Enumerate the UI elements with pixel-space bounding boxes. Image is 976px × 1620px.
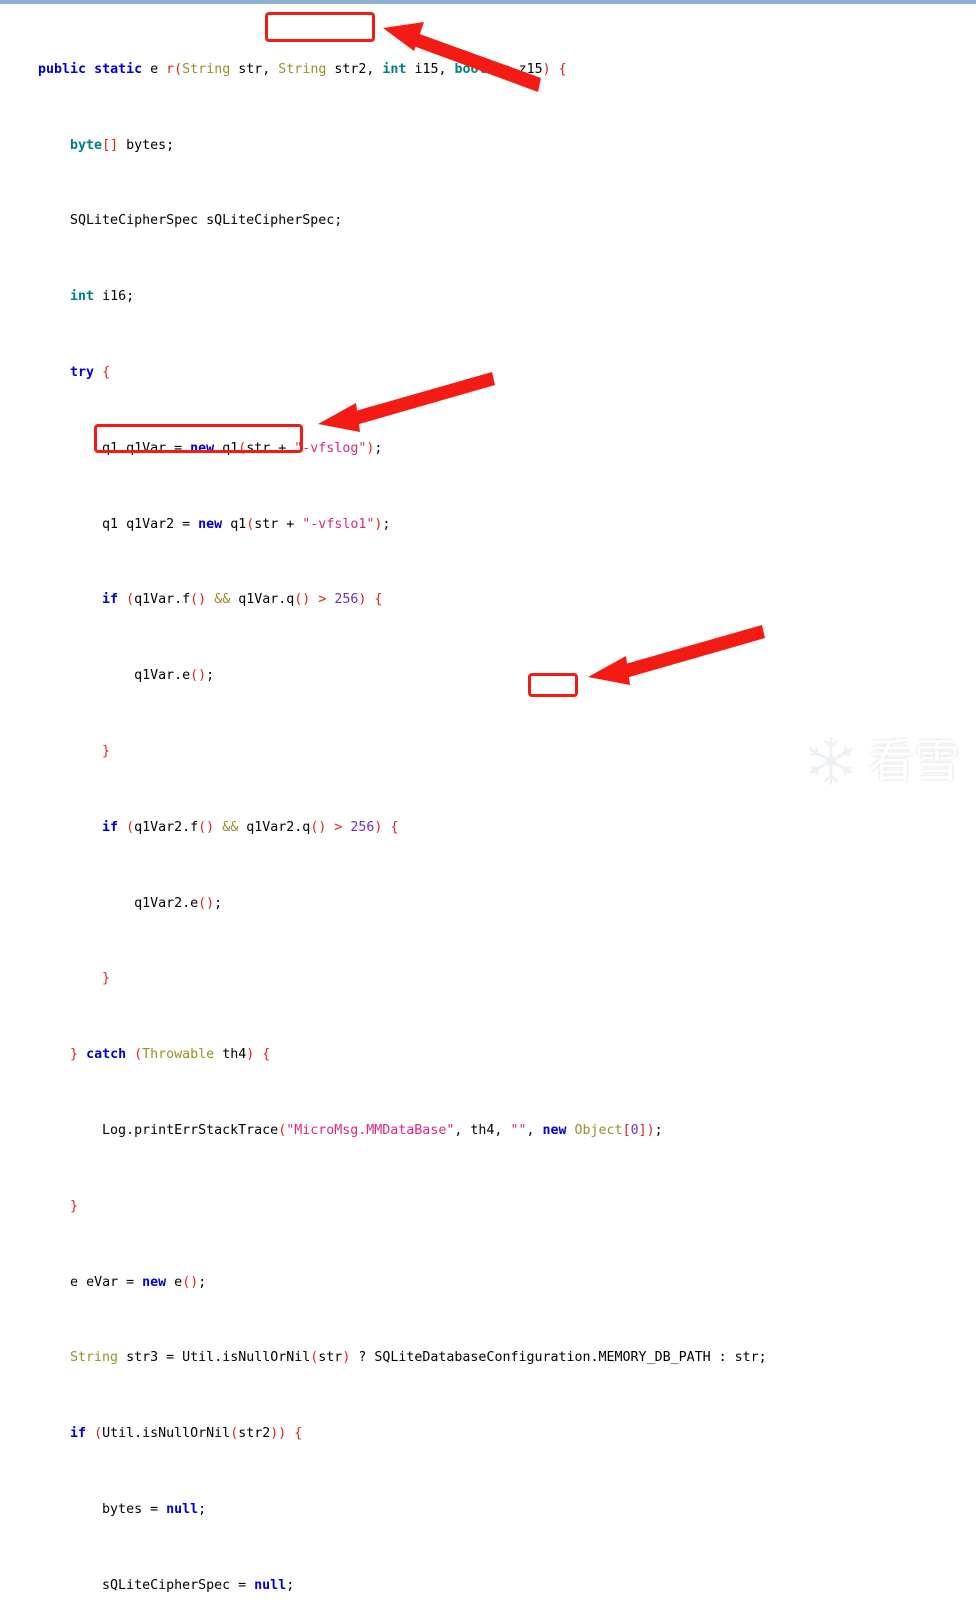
code-line[interactable]: q1Var.e(); [0, 667, 976, 686]
code-line[interactable]: public static e r(String str, String str… [0, 61, 976, 80]
code-line[interactable]: bytes = null; [0, 1501, 976, 1520]
code-line[interactable]: SQLiteCipherSpec sQLiteCipherSpec; [0, 212, 976, 231]
watermark-text: 看雪 [868, 734, 960, 788]
watermark: 看雪 [804, 734, 960, 788]
code-line[interactable]: q1Var2.e(); [0, 895, 976, 914]
code-line[interactable]: q1 q1Var = new q1(str + "-vfslog"); [0, 440, 976, 459]
code-line[interactable]: } [0, 970, 976, 989]
code-line[interactable]: e eVar = new e(); [0, 1274, 976, 1293]
code-line[interactable]: if (q1Var2.f() && q1Var2.q() > 256) { [0, 819, 976, 838]
code-line[interactable]: Log.printErrStackTrace("MicroMsg.MMDataB… [0, 1122, 976, 1141]
code-line[interactable]: } catch (Throwable th4) { [0, 1046, 976, 1065]
code-editor-content[interactable]: public static e r(String str, String str… [0, 4, 976, 1620]
code-line[interactable]: byte[] bytes; [0, 137, 976, 156]
code-line[interactable]: q1 q1Var2 = new q1(str + "-vfslo1"); [0, 516, 976, 535]
code-line[interactable]: if (q1Var.f() && q1Var.q() > 256) { [0, 591, 976, 610]
code-line[interactable]: int i16; [0, 288, 976, 307]
code-line[interactable]: try { [0, 364, 976, 383]
code-line[interactable]: String str3 = Util.isNullOrNil(str) ? SQ… [0, 1349, 976, 1368]
code-line[interactable]: sQLiteCipherSpec = null; [0, 1577, 976, 1596]
code-line[interactable]: } [0, 1198, 976, 1217]
snowflake-icon [809, 736, 853, 786]
code-line[interactable]: if (Util.isNullOrNil(str2)) { [0, 1425, 976, 1444]
